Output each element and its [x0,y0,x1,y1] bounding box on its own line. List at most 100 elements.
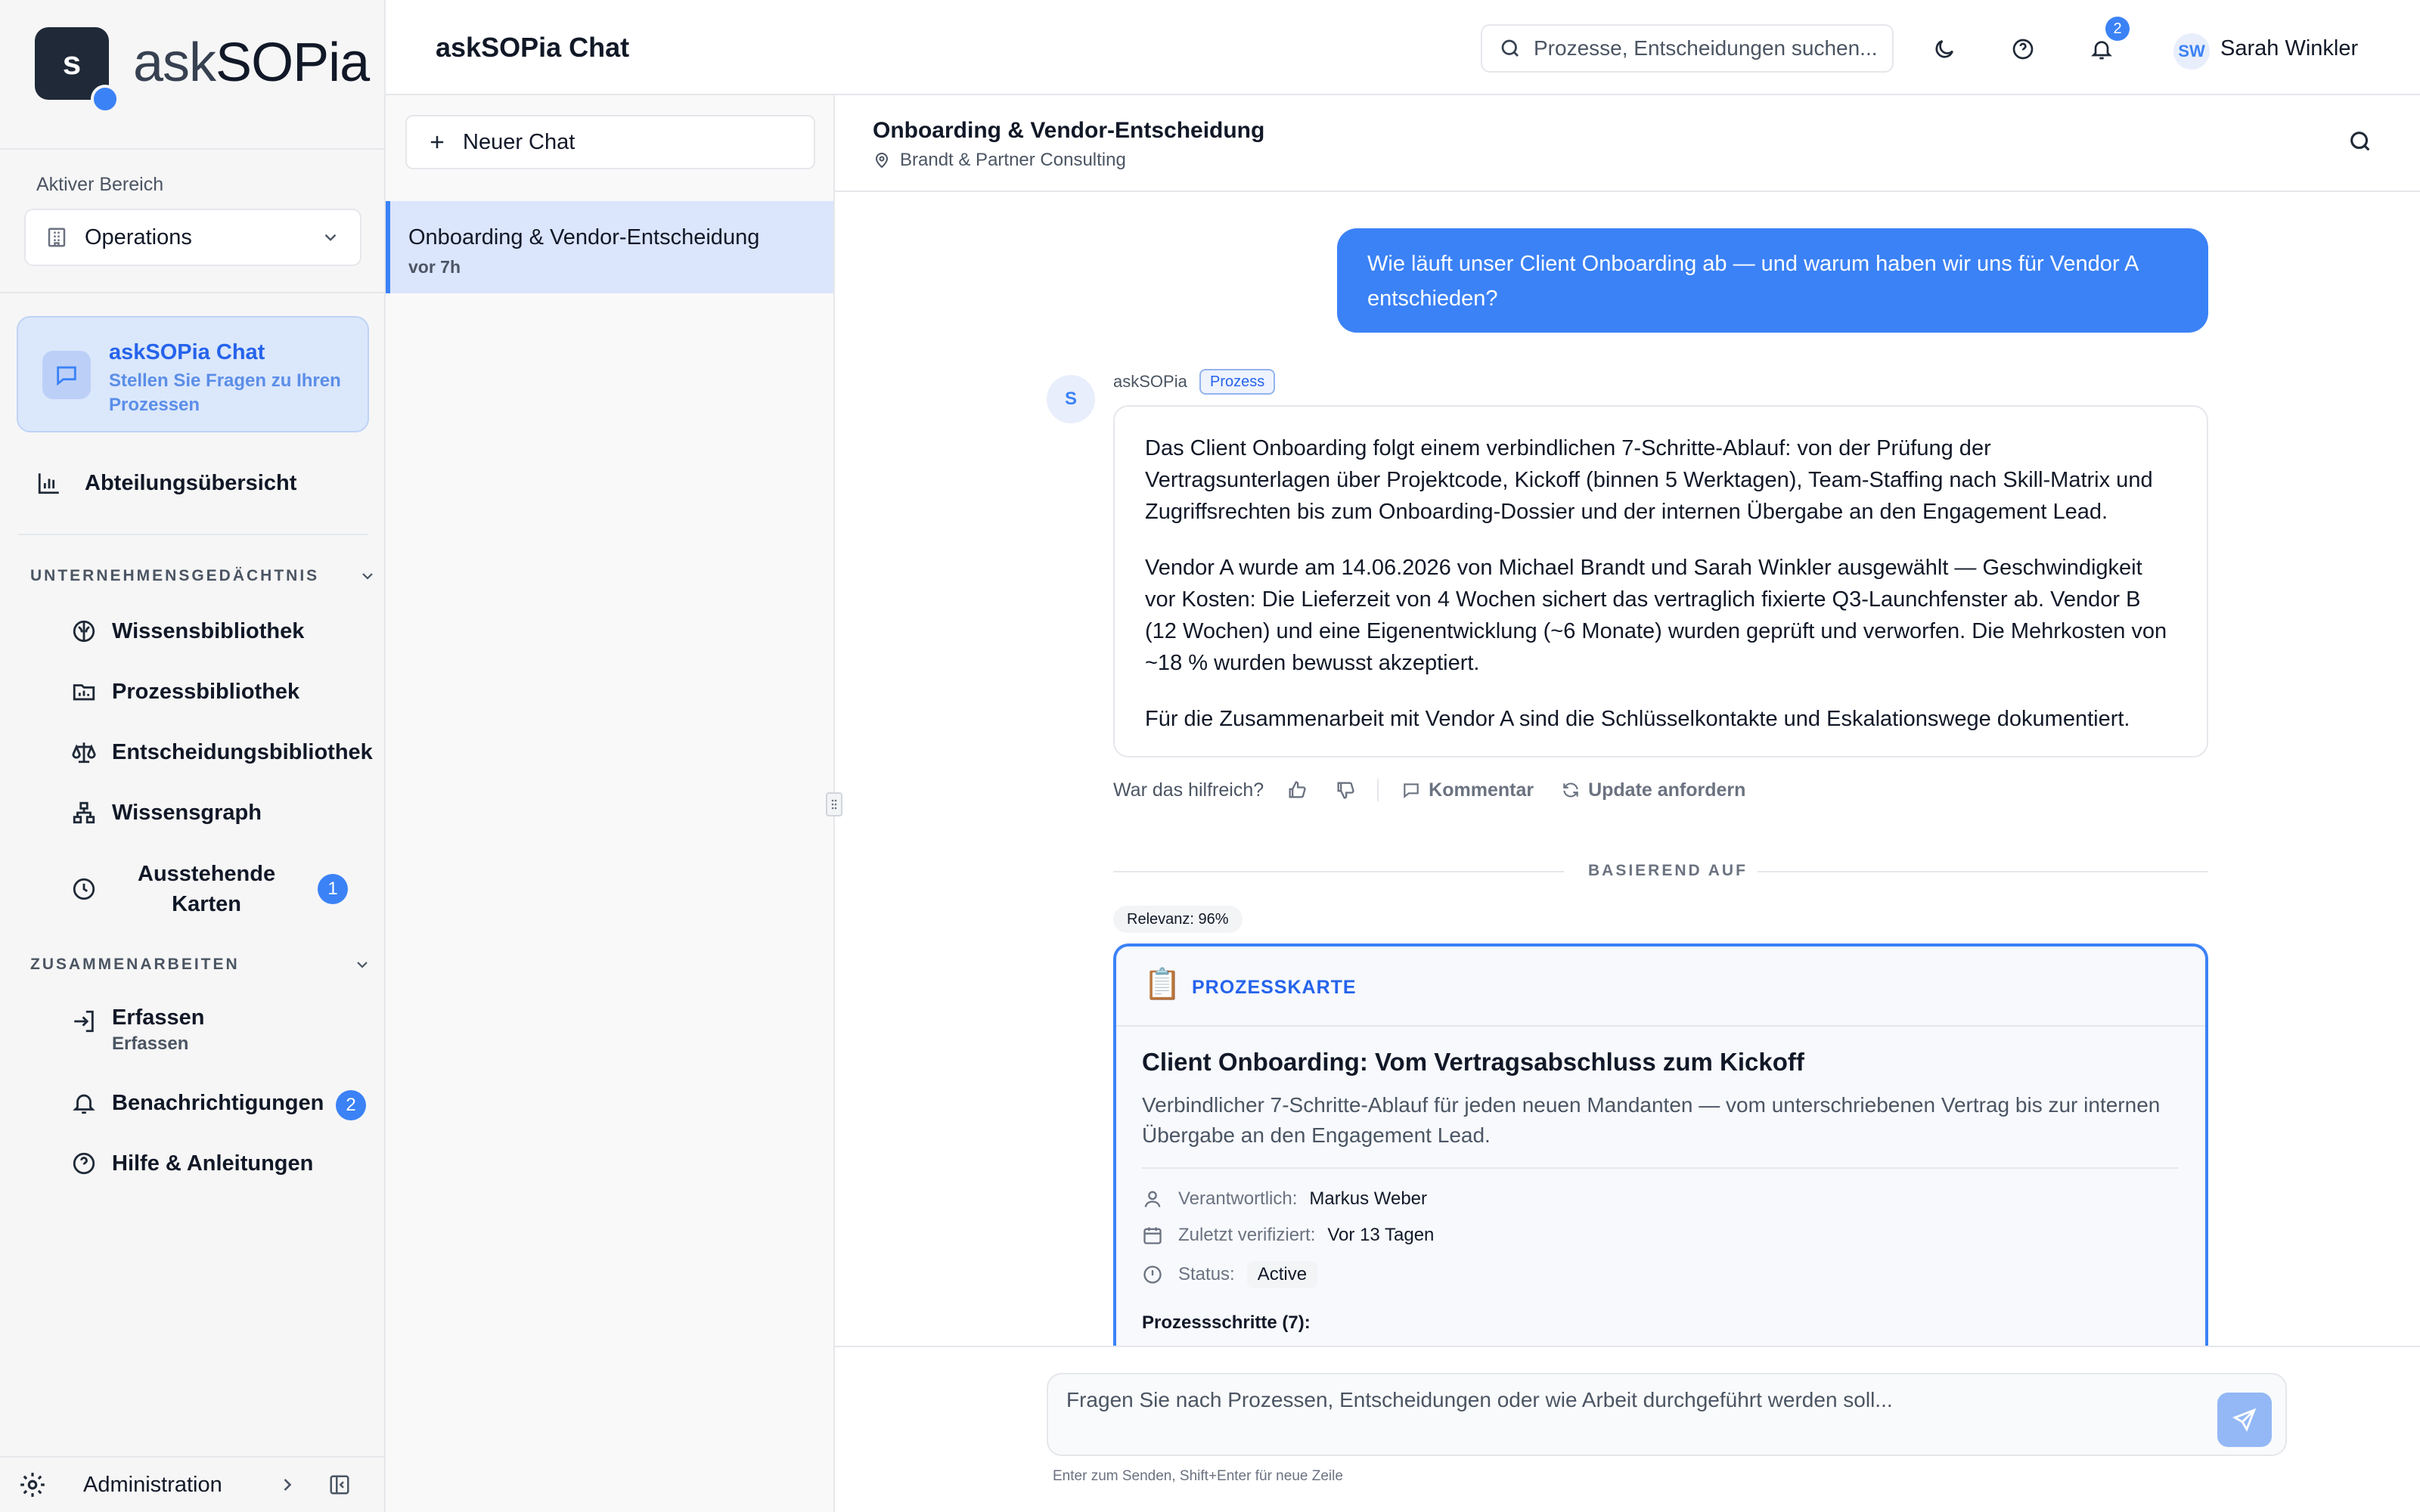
conversation-title: Onboarding & Vendor-Entscheidung [873,118,1265,143]
nav-process-library[interactable]: Prozessbibliothek [71,679,299,705]
header-notif-badge: 2 [2105,17,2130,41]
logo-dot [91,85,119,113]
based-on-label: BASIEREND AUF [1588,862,1748,879]
new-chat-button[interactable]: Neuer Chat [405,115,815,169]
meta-value: Vor 13 Tagen [1327,1225,1435,1245]
nav-capture-text: Erfassen Erfassen [112,1005,205,1055]
chevron-down-icon [358,567,377,585]
process-card-description: Verbindlicher 7-Schritte-Ablauf für jede… [1142,1093,2161,1147]
logo-letter: s [62,45,82,82]
meta-status: Status: Active [1142,1261,1318,1288]
process-card[interactable]: 📋 PROZESSKARTE Client Onboarding: Vom Ve… [1113,943,2208,1367]
search-icon [1499,37,1522,60]
pending-count-badge: 1 [318,874,348,904]
map-pin-icon [873,151,891,169]
global-search[interactable] [1481,24,1894,73]
help-icon[interactable] [2004,30,2042,68]
grip-icon [831,799,837,810]
divider [18,534,368,535]
user-avatar[interactable]: SW [2173,33,2210,70]
conversation-header: Onboarding & Vendor-Entscheidung Brandt … [835,95,2420,192]
nav-label: Benachrichtigungen [112,1090,324,1115]
collapse-sidebar-icon[interactable] [328,1473,351,1496]
user-message: Wie läuft unser Client Onboarding ab — u… [1337,228,2208,333]
building-icon [45,226,68,249]
nav-decision-library[interactable]: Entscheidungsbibliothek [71,739,373,765]
brand-name-b: SOPia [216,33,370,93]
nav-knowledge-library[interactable]: Wissensbibliothek [71,618,304,644]
clipboard-icon: 📋 [1143,968,1181,1001]
search-input[interactable] [1534,36,1876,60]
chat-list-panel: Neuer Chat Onboarding & Vendor-Entscheid… [386,95,835,1512]
bot-avatar: S [1047,375,1095,423]
comment-label: Kommentar [1429,779,1534,801]
update-label: Update anfordern [1588,779,1746,801]
bar-chart-icon [36,470,62,496]
nav-pending-cards[interactable]: Ausstehende Karten [71,859,275,919]
separator [1377,779,1379,801]
folder-icon [71,679,97,705]
answer-paragraph: Für die Zusammenarbeit mit Vendor A sind… [1145,707,2130,731]
meta-key: Zuletzt verifiziert: [1178,1225,1316,1245]
nav-notifications[interactable]: Benachrichtigungen [71,1090,324,1116]
nav-help[interactable]: Hilfe & Anleitungen [71,1151,313,1176]
alert-circle-icon [1142,1264,1163,1285]
divider [1758,871,2208,872]
top-header: askSOPia Chat 2 SW Sarah Winkler [386,0,2420,95]
nav-label: Abteilungsübersicht [85,470,297,495]
divider [1113,871,1564,872]
process-tag: Prozess [1199,369,1276,395]
nav-sublabel: Erfassen [112,1033,189,1054]
status-badge: Active [1246,1261,1318,1288]
area-value: Operations [85,225,192,249]
bot-answer: Das Client Onboarding folgt einem verbin… [1113,405,2208,758]
thumbs-up-icon[interactable] [1286,779,1308,801]
scale-icon [71,739,97,765]
chat-card-title: askSOPia Chat [109,340,265,364]
user-icon [1142,1188,1163,1210]
search-icon[interactable] [2347,129,2373,154]
admin-link[interactable]: Administration [83,1473,265,1498]
chevron-right-icon[interactable] [277,1474,298,1495]
nav-knowledge-graph[interactable]: Wissensgraph [71,800,262,826]
composer-box [1047,1373,2287,1456]
nav-chat-card[interactable]: askSOPia Chat Stellen Sie Fragen zu Ihre… [17,316,369,432]
meta-value: Markus Weber [1309,1188,1428,1209]
notifications-count-badge: 2 [336,1090,366,1120]
nav-label: Hilfe & Anleitungen [112,1151,314,1176]
dark-mode-icon[interactable] [1925,30,1963,68]
section-collaborate[interactable]: ZUSAMMENARBEITEN [30,956,371,974]
comment-icon [1404,783,1419,798]
process-card-type: PROZESSKARTE [1192,977,1357,998]
send-button[interactable] [2217,1393,2272,1447]
divider [1142,1167,2178,1169]
gear-icon[interactable] [18,1470,47,1499]
answer-paragraph: Das Client Onboarding folgt einem verbin… [1145,436,2153,524]
comment-button[interactable]: Kommentar [1401,779,1534,801]
chevron-down-icon [321,228,340,247]
request-update-button[interactable]: Update anfordern [1561,779,1745,801]
meta-key: Status: [1178,1264,1235,1284]
message-input[interactable] [1066,1388,2125,1441]
thumbs-down-icon[interactable] [1335,779,1356,801]
nav-label: Erfassen [112,1005,205,1030]
calendar-icon [1142,1225,1163,1246]
brand-name: askSOPia [133,32,370,94]
area-label: Aktiver Bereich [36,174,164,195]
graph-icon [71,800,97,826]
plus-icon [427,132,448,153]
answer-paragraph: Vendor A wurde am 14.06.2026 von Michael… [1145,556,2167,675]
bell-icon [71,1090,97,1116]
nav-capture[interactable]: Erfassen Erfassen [71,1005,205,1055]
chat-list-item[interactable]: Onboarding & Vendor-Entscheidung vor 7h [386,201,833,293]
user-name[interactable]: Sarah Winkler [2220,36,2358,61]
nav-label: Entscheidungsbibliothek [112,739,373,764]
section-memory[interactable]: UNTERNEHMENSGEDÄCHTNIS [30,567,377,585]
process-card-header: 📋 PROZESSKARTE [1116,947,2205,1027]
area-select[interactable]: Operations [24,209,361,266]
resize-handle[interactable] [826,792,842,816]
bot-name: askSOPia [1113,372,1187,391]
app-title: askSOPia Chat [436,32,630,63]
nav-department-overview[interactable]: Abteilungsübersicht [36,470,296,496]
send-icon [2232,1408,2257,1433]
